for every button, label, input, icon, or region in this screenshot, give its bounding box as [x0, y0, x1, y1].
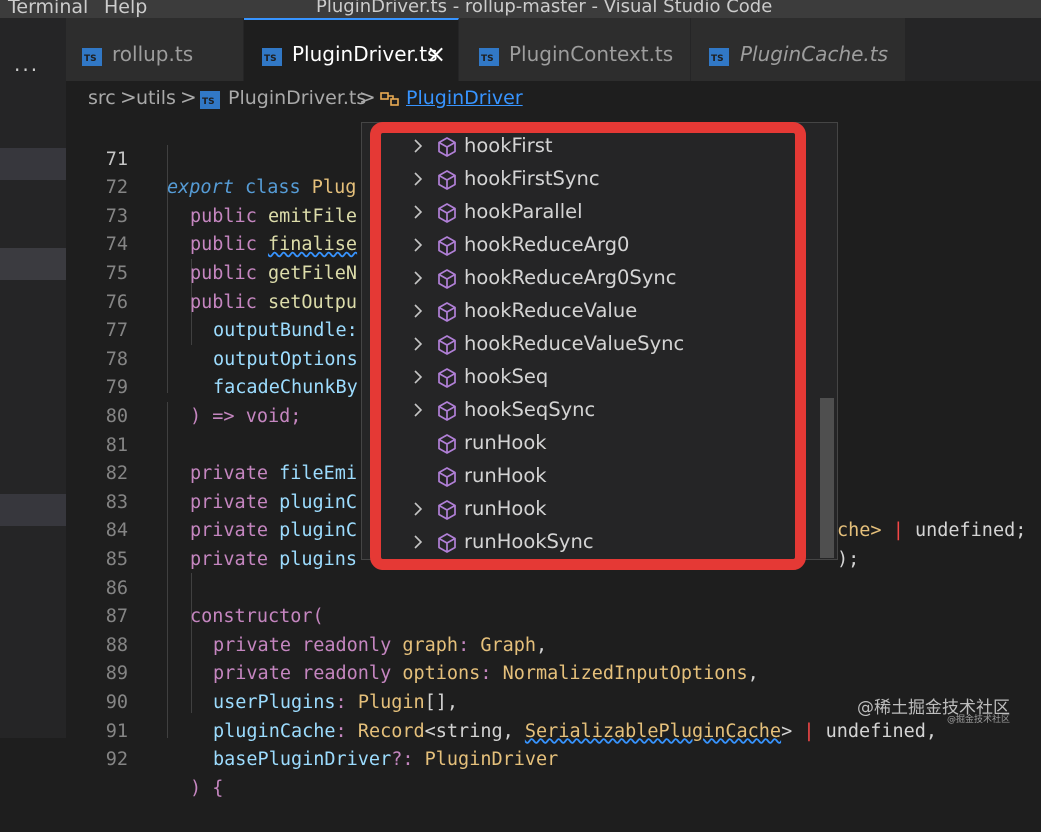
title-bar: Terminal Help PluginDriver.ts - rollup-m… [0, 0, 1041, 18]
typescript-file-icon: TS [82, 48, 102, 66]
typescript-file-icon: TS [262, 48, 282, 66]
sidebar-strip: ··· [0, 18, 66, 738]
line-number: 92 [105, 749, 128, 771]
suggest-scrollbar-thumb[interactable] [820, 398, 834, 558]
tab-plugincontext-ts[interactable]: TS PluginContext.ts [459, 18, 691, 81]
breadcrumb-src[interactable]: src [88, 87, 116, 109]
breadcrumb-symbol[interactable]: PluginDriver [406, 87, 523, 109]
chevron-right-icon: > [180, 85, 197, 109]
sidebar-row-highlight[interactable] [0, 148, 66, 180]
breadcrumb: src > utils > TS PluginDriver.ts > Plugi… [66, 81, 1041, 117]
tab-label: rollup.ts [112, 42, 194, 66]
breadcrumb-utils[interactable]: utils [136, 87, 176, 109]
breadcrumb-file[interactable]: PluginDriver.ts [228, 87, 366, 109]
highlight-annotation-frame [370, 122, 806, 570]
menu-terminal[interactable]: Terminal [8, 0, 88, 18]
code-line: 88 private readonly options: NormalizedI… [66, 603, 1041, 685]
tab-label: PluginCache.ts [740, 42, 889, 66]
more-actions-icon[interactable]: ··· [14, 58, 39, 82]
tab-rollup-ts[interactable]: TS rollup.ts [66, 18, 244, 81]
code-line: 87 private readonly graph: Graph, [66, 575, 1041, 656]
tab-label: PluginDriver.ts [292, 42, 438, 66]
typescript-file-icon: TS [200, 91, 220, 109]
typescript-file-icon: TS [479, 48, 499, 66]
window-title: PluginDriver.ts - rollup-master - Visual… [316, 0, 773, 17]
tab-plugindriver-ts[interactable]: TS PluginDriver.ts × [244, 18, 459, 81]
class-symbol-icon [380, 92, 399, 106]
code-line: 92 ) { [66, 718, 1041, 799]
chevron-right-icon: > [359, 85, 376, 109]
code-line: 90 pluginCache: Record<string, Serializa… [66, 660, 1041, 742]
code-text: basePluginDriver?: PluginDriver [213, 749, 559, 771]
tab-plugincache-ts[interactable]: TS PluginCache.ts [691, 18, 906, 81]
menu-help[interactable]: Help [104, 0, 147, 18]
chevron-right-icon: > [120, 85, 137, 109]
typescript-file-icon: TS [709, 48, 729, 66]
tab-bar: TS rollup.ts TS PluginDriver.ts × TS Plu… [66, 18, 1041, 81]
sidebar-row-highlight[interactable] [0, 248, 66, 280]
watermark-subtext: @掘金技术社区 [947, 715, 1011, 725]
code-text: ) { [190, 777, 224, 799]
close-icon[interactable]: × [426, 42, 446, 66]
code-line: 89 userPlugins: Plugin[], [66, 632, 1041, 713]
tab-label: PluginContext.ts [509, 42, 674, 66]
sidebar-row-highlight[interactable] [0, 494, 66, 526]
